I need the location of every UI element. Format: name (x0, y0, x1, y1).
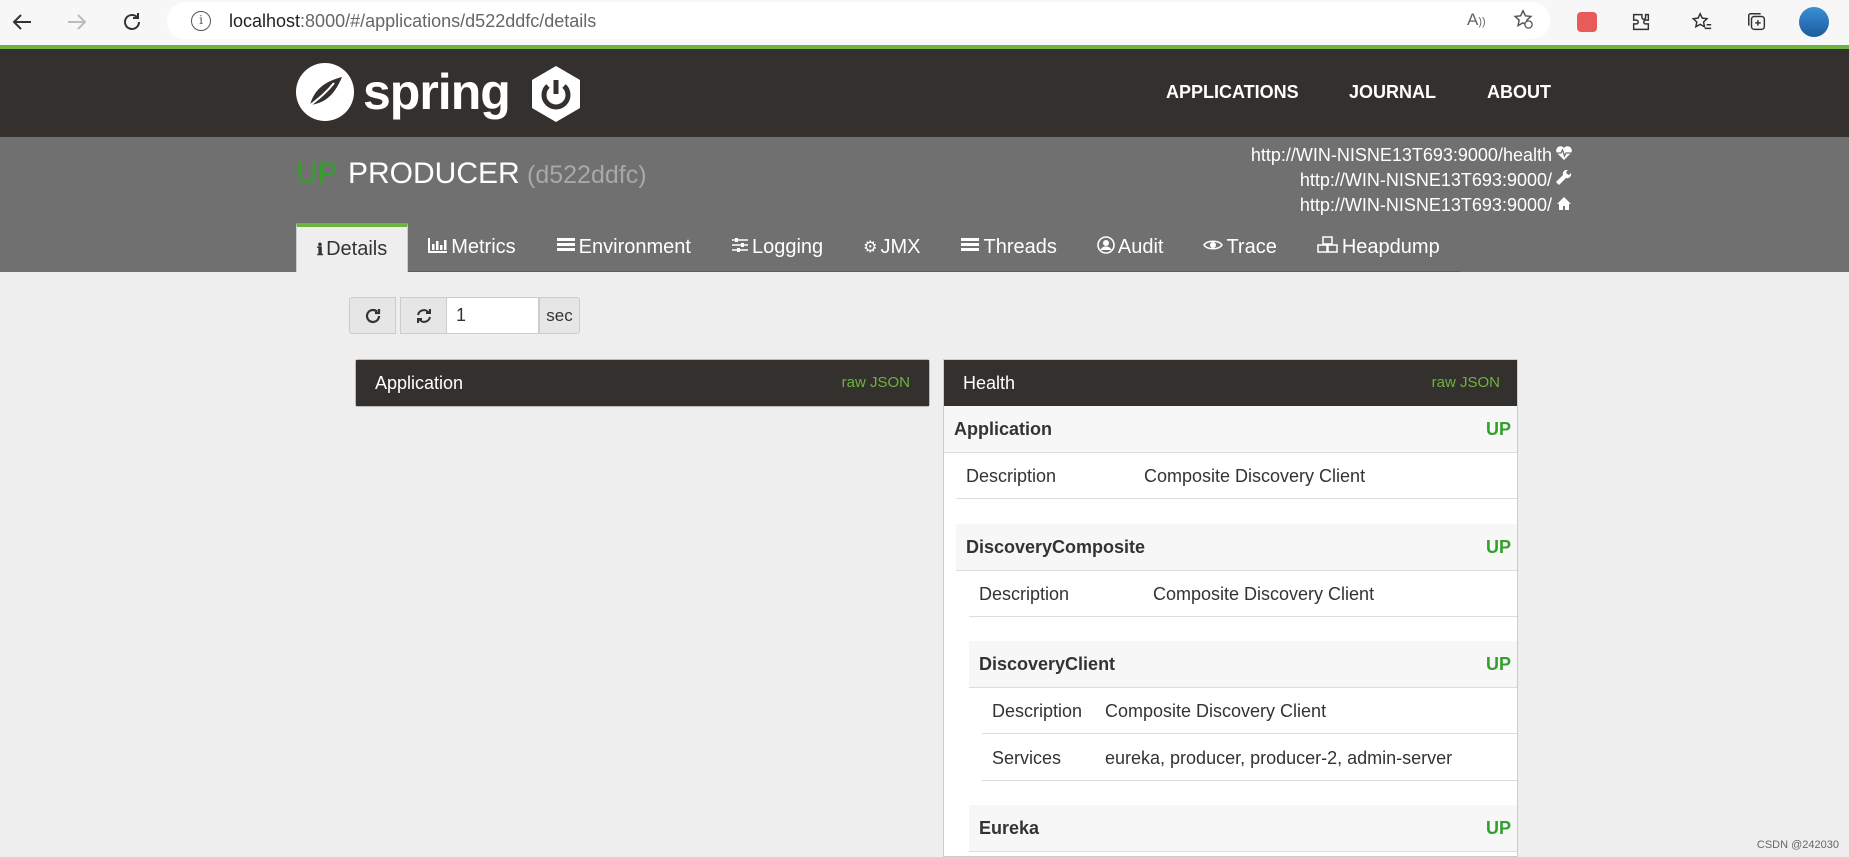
tab-heapdump[interactable]: Heapdump (1296, 223, 1460, 272)
health-panel-header: Health raw JSON (944, 360, 1517, 406)
power-icon (526, 64, 586, 124)
tab-threads[interactable]: Threads (940, 223, 1077, 272)
user-circle-icon (1097, 235, 1115, 259)
tab-bar: ℹ Details Metrics Environment Logging ⚙ … (296, 223, 1460, 272)
application-raw-json-link[interactable]: raw JSON (842, 374, 910, 391)
list-icon (960, 237, 980, 258)
health-discovery-composite-row: DiscoveryComposite UP (956, 524, 1517, 571)
tab-jmx[interactable]: ⚙ JMX (843, 223, 941, 272)
application-header: UP PRODUCER (d522ddfc) http://WIN-NISNE1… (0, 137, 1849, 272)
nav-journal[interactable]: JOURNAL (1349, 82, 1436, 103)
tab-metrics[interactable]: Metrics (408, 223, 536, 272)
app-header: spring APPLICATIONS JOURNAL ABOUT (0, 49, 1849, 137)
cogs-icon: ⚙ (863, 239, 878, 256)
refresh-button[interactable] (349, 297, 396, 334)
tab-details[interactable]: ℹ Details (296, 223, 409, 272)
app-name: PRODUCER (348, 157, 520, 190)
bar-chart-icon (428, 237, 448, 258)
auto-refresh-icon (416, 308, 431, 323)
auto-refresh-button[interactable] (400, 297, 447, 334)
health-discovery-composite-description: Description Composite Discovery Client (969, 571, 1517, 617)
health-application-description: Description Composite Discovery Client (956, 453, 1517, 499)
app-status: UP (296, 157, 338, 190)
collections-icon[interactable] (1741, 6, 1773, 38)
status-badge: UP (1485, 818, 1511, 838)
sliders-icon (731, 237, 749, 258)
management-url-link[interactable]: http://WIN-NISNE13T693:9000/ (1300, 169, 1574, 191)
health-panel-title: Health (963, 373, 1016, 393)
interval-unit-label: sec (539, 297, 580, 334)
health-panel: Health raw JSON Application UP Descripti… (943, 359, 1518, 857)
health-discovery-client-description: Description Composite Discovery Client (982, 688, 1517, 734)
health-application-row: Application UP (944, 406, 1517, 453)
health-eureka-row: Eureka UP (969, 805, 1517, 852)
reload-button[interactable] (114, 4, 150, 40)
application-panel-header: Application raw JSON (356, 360, 929, 406)
tab-audit[interactable]: Audit (1076, 223, 1184, 272)
tab-trace[interactable]: Trace (1183, 223, 1297, 272)
health-discovery-client-services: Services eureka, producer, producer-2, a… (982, 735, 1517, 781)
reload-icon (124, 13, 140, 30)
spring-leaf-icon (296, 63, 354, 121)
wrench-icon (1554, 169, 1574, 191)
application-panel: Application raw JSON (355, 359, 930, 407)
health-url-link[interactable]: http://WIN-NISNE13T693:9000/health (1251, 145, 1574, 166)
heartbeat-icon (1554, 145, 1574, 166)
watermark: CSDN @242030 (1756, 839, 1839, 851)
profile-avatar[interactable] (1798, 6, 1830, 38)
health-discovery-client-row: DiscoveryClient UP (969, 641, 1517, 688)
extension-red-icon[interactable] (1571, 6, 1603, 38)
spring-logo-text: spring (363, 64, 511, 120)
eye-icon (1203, 238, 1224, 257)
status-badge: UP (1485, 537, 1511, 557)
refresh-interval-input[interactable] (446, 297, 539, 334)
info-icon: ℹ (317, 240, 324, 259)
nav-about[interactable]: ABOUT (1487, 82, 1551, 103)
application-panel-title: Application (375, 373, 464, 393)
forward-arrow-icon (68, 14, 87, 30)
forward-button[interactable] (59, 4, 95, 40)
address-bar[interactable]: i localhost:8000/#/applications/d522ddfc… (167, 2, 1550, 39)
browser-toolbar: i localhost:8000/#/applications/d522ddfc… (0, 0, 1849, 45)
tab-environment[interactable]: Environment (535, 223, 711, 272)
add-favorite-icon[interactable] (1512, 8, 1534, 35)
back-arrow-icon (12, 14, 31, 30)
back-button[interactable] (4, 4, 40, 40)
home-icon (1554, 196, 1574, 216)
refresh-icon (365, 308, 380, 323)
tab-logging[interactable]: Logging (710, 223, 844, 272)
health-raw-json-link[interactable]: raw JSON (1432, 374, 1500, 391)
service-url-link[interactable]: http://WIN-NISNE13T693:9000/ (1300, 195, 1574, 216)
status-badge: UP (1485, 654, 1511, 674)
favorites-icon[interactable] (1686, 6, 1718, 38)
site-info-icon[interactable]: i (191, 11, 211, 31)
nav-applications[interactable]: APPLICATIONS (1166, 82, 1299, 103)
list-icon (556, 237, 576, 258)
cubes-icon (1317, 235, 1339, 259)
read-aloud-icon[interactable]: A)) (1467, 10, 1486, 30)
extensions-puzzle-icon[interactable] (1625, 6, 1657, 38)
url-text: localhost:8000/#/applications/d522ddfc/d… (229, 11, 597, 31)
app-id: (d522ddfc) (527, 161, 647, 189)
status-badge: UP (1485, 419, 1511, 439)
